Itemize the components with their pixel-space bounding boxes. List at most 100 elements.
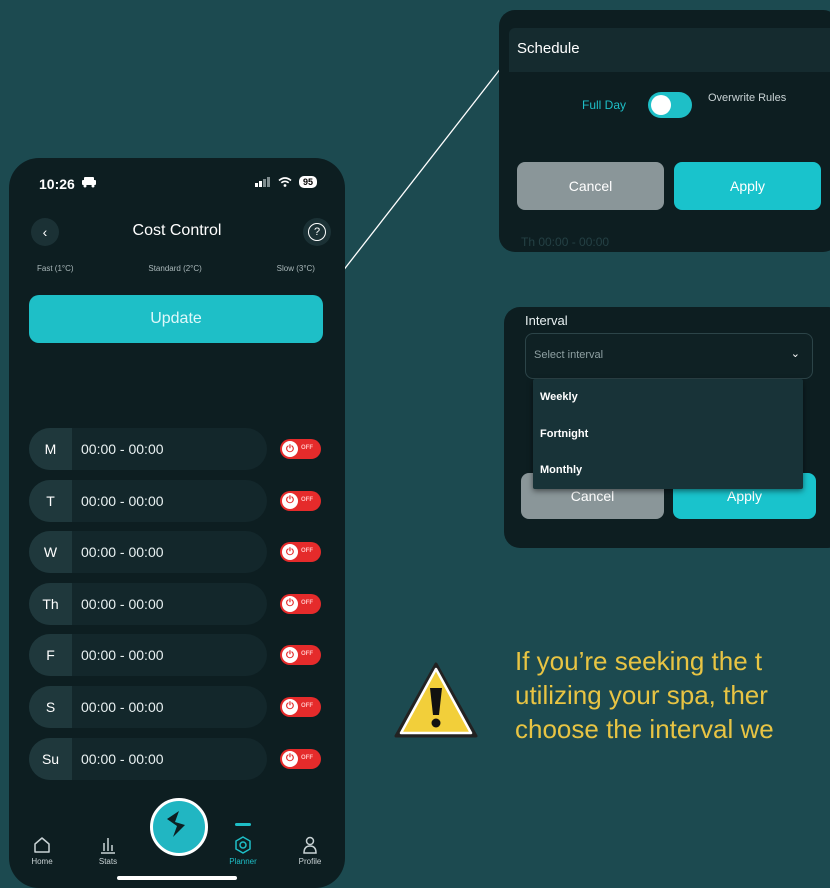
phone-screen: 10:26 95 ‹ Cost Control ? Fast (1°C) Sta… [9, 158, 345, 888]
interval-label: Interval [525, 313, 568, 328]
power-toggle[interactable]: ⏻ OFF [280, 645, 321, 666]
switch-knob [651, 95, 671, 115]
speed-slow: Slow (3°C) [276, 264, 315, 273]
status-bar: 10:26 95 [9, 176, 345, 196]
status-icons: 95 [254, 176, 317, 188]
full-day-switch[interactable] [648, 92, 692, 118]
power-toggle[interactable]: ⏻ OFF [280, 593, 321, 614]
time-range: 00:00 - 00:00 [81, 647, 164, 664]
power-toggle[interactable]: ⏻ OFF [280, 748, 321, 769]
nav-home-label: Home [31, 857, 53, 866]
day-label: S [29, 685, 72, 728]
option-monthly[interactable]: Monthly [533, 452, 803, 489]
day-label: Th [29, 582, 72, 625]
warning-icon [394, 662, 478, 738]
time-slot-button[interactable]: W 00:00 - 00:00 [29, 531, 267, 574]
overwrite-rules-label: Overwrite Rules [708, 92, 787, 104]
time-slot-button[interactable]: Th 00:00 - 00:00 [29, 582, 267, 625]
time-range: 00:00 - 00:00 [81, 750, 164, 767]
time-slot-button[interactable]: F 00:00 - 00:00 [29, 634, 267, 677]
day-label: F [29, 634, 72, 677]
power-toggle[interactable]: ⏻ OFF [280, 490, 321, 511]
day-schedule-list: M 00:00 - 00:00 ⏻ OFF T 00:00 - 00:00 ⏻ OF… [29, 428, 329, 789]
warning-line-1: If you’re seeking the t [515, 646, 763, 676]
bottom-nav: Home Stats Planner Profile [9, 798, 345, 888]
day-row-monday: M 00:00 - 00:00 ⏻ OFF [29, 428, 329, 470]
time-slot-button[interactable]: S 00:00 - 00:00 [29, 685, 267, 728]
logo-action-button[interactable] [150, 798, 208, 856]
time-range: 00:00 - 00:00 [81, 595, 164, 612]
toggle-state: OFF [301, 651, 313, 658]
chevron-down-icon: ⌄ [790, 348, 800, 360]
schedule-popup: Schedule Full Day Overwrite Rules Cancel… [499, 10, 830, 252]
warning-message: If you’re seeking the t utilizing your s… [515, 644, 830, 746]
schedule-title: Schedule [517, 40, 580, 57]
time-range: 00:00 - 00:00 [81, 698, 164, 715]
power-icon: ⏻ [282, 647, 298, 664]
day-label: T [29, 479, 72, 522]
full-day-label: Full Day [582, 98, 627, 112]
day-label: W [29, 531, 72, 574]
power-toggle[interactable]: ⏻ OFF [280, 696, 321, 717]
active-indicator [235, 823, 251, 826]
profile-icon [303, 836, 317, 854]
day-row-wednesday: W 00:00 - 00:00 ⏻ OFF [29, 531, 329, 574]
question-icon: ? [308, 223, 326, 241]
power-toggle[interactable]: ⏻ OFF [280, 542, 321, 563]
toggle-state: OFF [301, 548, 313, 555]
day-row-sunday: Su 00:00 - 00:00 ⏻ OFF [29, 737, 329, 780]
nav-planner-label: Planner [229, 857, 257, 866]
nav-profile[interactable]: Profile [285, 835, 335, 866]
warning-line-3: choose the interval we [515, 714, 774, 744]
stats-icon [101, 838, 115, 854]
interval-placeholder: Select interval [534, 349, 604, 361]
power-icon: ⏻ [282, 492, 298, 509]
option-weekly[interactable]: Weekly [533, 379, 803, 416]
day-row-tuesday: T 00:00 - 00:00 ⏻ OFF [29, 479, 329, 522]
nav-home[interactable]: Home [17, 835, 67, 866]
day-label: M [29, 428, 72, 470]
time-slot-button[interactable]: M 00:00 - 00:00 [29, 428, 267, 470]
speed-labels: Fast (1°C) Standard (2°C) Slow (3°C) [37, 264, 315, 273]
power-icon: ⏻ [282, 750, 298, 767]
car-icon [81, 176, 97, 191]
warning-line-2: utilizing your spa, ther [515, 680, 768, 710]
speed-fast: Fast (1°C) [37, 264, 74, 273]
time-slot-button[interactable]: Su 00:00 - 00:00 [29, 737, 267, 780]
time-range: 00:00 - 00:00 [81, 492, 164, 509]
cancel-button[interactable]: Cancel [517, 162, 664, 210]
speed-standard: Standard (2°C) [148, 264, 202, 273]
power-toggle[interactable]: ⏻ OFF [280, 439, 321, 459]
toggle-state: OFF [301, 754, 313, 761]
home-icon [34, 837, 50, 853]
home-indicator [117, 876, 237, 880]
help-button[interactable]: ? [303, 218, 331, 246]
option-fortnight[interactable]: Fortnight [533, 416, 803, 453]
toggle-state: OFF [301, 496, 313, 503]
day-label: Su [29, 737, 72, 780]
background-row-ghost: Th 00:00 - 00:00 [521, 235, 610, 249]
day-row-saturday: S 00:00 - 00:00 ⏻ OFF [29, 685, 329, 728]
power-icon: ⏻ [282, 544, 298, 561]
signal-icon [254, 177, 270, 187]
nav-profile-label: Profile [298, 857, 322, 866]
nav-stats-label: Stats [98, 857, 118, 866]
update-button[interactable]: Update [29, 295, 323, 343]
interval-select[interactable]: Select interval ⌄ [525, 333, 813, 379]
battery-indicator: 95 [298, 176, 317, 188]
time-range: 00:00 - 00:00 [81, 441, 164, 457]
apply-button[interactable]: Apply [674, 162, 821, 210]
status-time: 10:26 [39, 176, 75, 192]
time-range: 00:00 - 00:00 [81, 544, 164, 561]
time-slot-button[interactable]: T 00:00 - 00:00 [29, 479, 267, 522]
toggle-state: OFF [301, 702, 313, 709]
nav-planner[interactable]: Planner [218, 823, 268, 866]
toggle-state: OFF [301, 445, 313, 451]
header: ‹ Cost Control ? [9, 218, 345, 248]
wifi-icon [278, 177, 292, 187]
nav-stats[interactable]: Stats [83, 835, 133, 866]
power-icon: ⏻ [282, 441, 298, 457]
toggle-state: OFF [301, 599, 313, 606]
power-icon: ⏻ [282, 698, 298, 715]
schedule-header: Schedule [509, 28, 830, 72]
